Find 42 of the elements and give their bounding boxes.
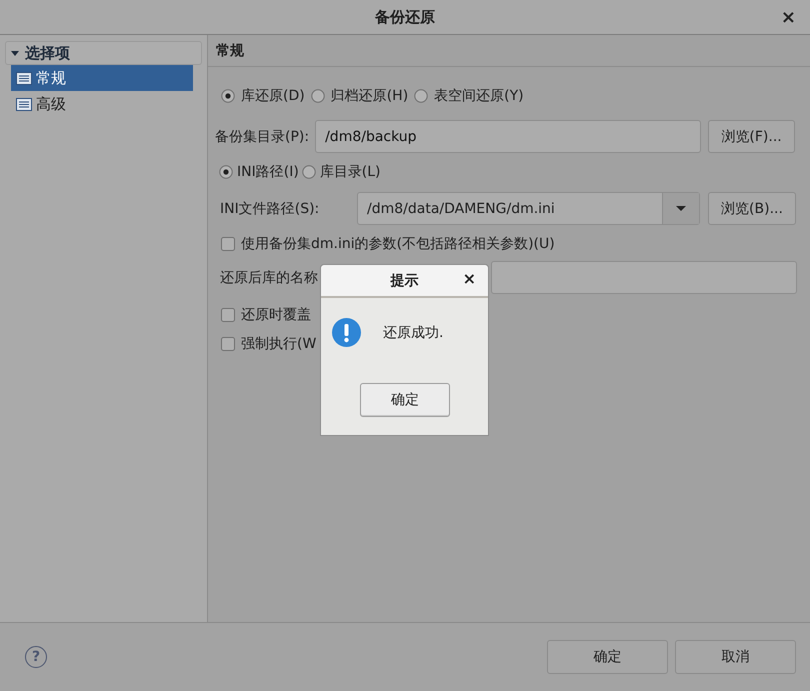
radio-label: 归档还原(H) — [330, 87, 408, 105]
dropdown-caret-icon — [676, 206, 686, 211]
sidebar-item[interactable]: 高级 — [11, 91, 193, 117]
section-title: 常规 — [216, 42, 244, 60]
radio-label: 库还原(D) — [241, 87, 305, 105]
input-field[interactable]: /dm8/backup — [315, 120, 702, 153]
window-title: 备份还原 — [375, 8, 435, 26]
radio-button[interactable] — [310, 89, 325, 103]
checkbox[interactable] — [221, 237, 235, 251]
list-icon — [16, 72, 32, 84]
radio-button[interactable] — [414, 89, 428, 103]
input-field[interactable] — [491, 261, 797, 294]
field-label: INI文件路径(S): — [220, 200, 320, 218]
message-text: 还原成功. — [383, 324, 444, 342]
radio-label: 库目录(L) — [320, 163, 381, 181]
dialog-button[interactable]: 确定 — [547, 640, 668, 674]
browse-button[interactable]: 浏览(F)... — [708, 120, 796, 153]
checkbox-label: 强制执行(W — [241, 335, 316, 353]
ok-button[interactable]: 确定 — [360, 383, 450, 417]
path-dropdown[interactable]: /dm8/data/DAMENG/dm.ini — [357, 192, 700, 225]
field-label: 还原后库的名称 — [220, 268, 319, 286]
sidebar-header[interactable]: 选择项 — [5, 41, 202, 65]
list-icon — [16, 98, 32, 110]
browse-button[interactable]: 浏览(B)... — [708, 192, 796, 225]
collapse-caret-icon — [11, 50, 19, 56]
radio-label: 表空间还原(Y) — [434, 87, 524, 105]
info-icon — [332, 318, 361, 347]
close-button[interactable]: × — [462, 269, 476, 288]
message-title: 提示 — [390, 272, 418, 290]
radio-button[interactable] — [302, 165, 316, 179]
checkbox[interactable] — [221, 337, 235, 351]
sidebar-item[interactable]: 常规 — [11, 65, 193, 91]
checkbox[interactable] — [221, 308, 235, 322]
radio-label: INI路径(I) — [237, 163, 299, 181]
checkbox-label: 还原时覆盖 — [241, 306, 311, 324]
radio-button[interactable] — [221, 89, 235, 103]
dialog-button[interactable]: 取消 — [675, 640, 796, 674]
field-label: 备份集目录(P): — [215, 128, 310, 146]
radio-button[interactable] — [219, 165, 233, 179]
checkbox-label: 使用备份集dm.ini的参数(不包括路径相关参数)(U) — [241, 235, 555, 253]
close-button[interactable]: × — [780, 7, 796, 28]
sidebar-title: 选择项 — [25, 44, 70, 62]
